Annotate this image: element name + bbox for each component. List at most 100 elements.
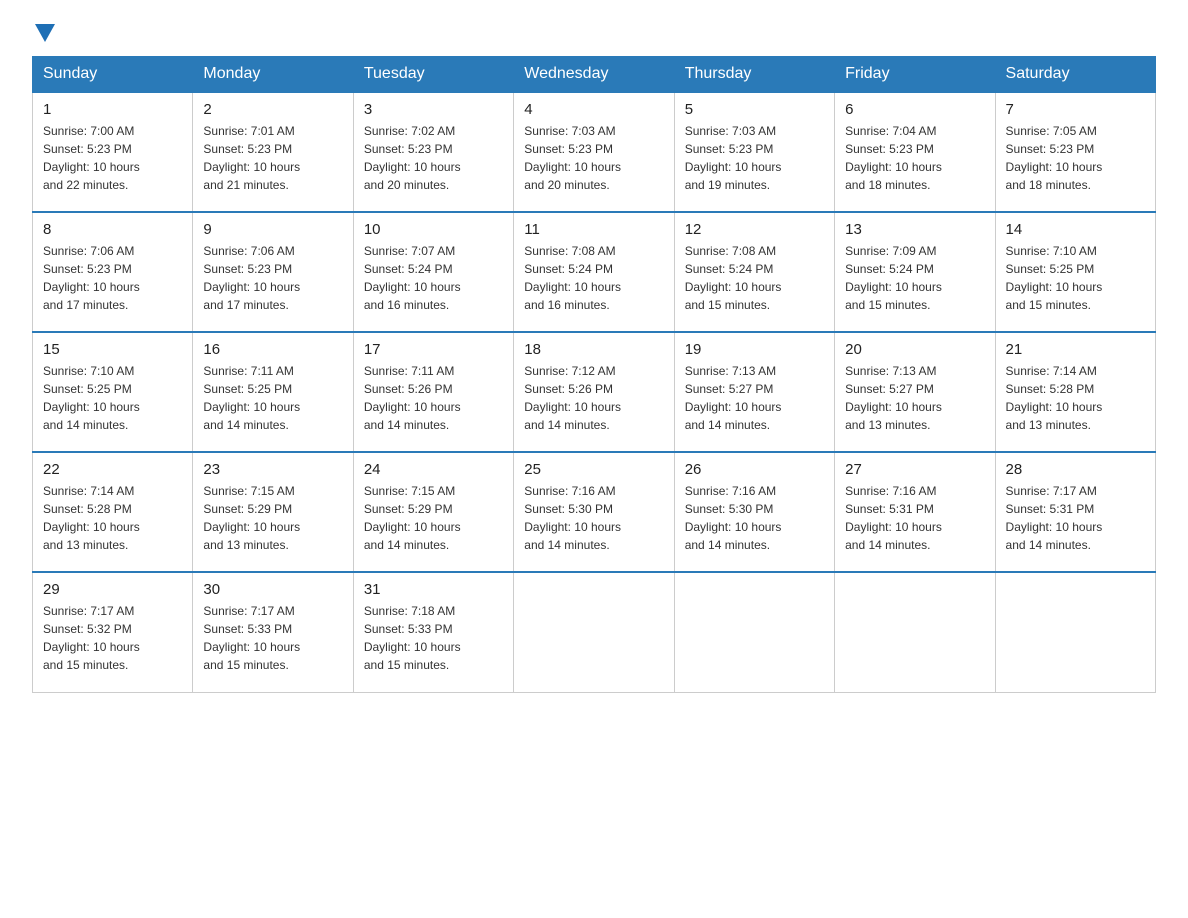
- day-info: Sunrise: 7:17 AMSunset: 5:32 PMDaylight:…: [43, 602, 182, 674]
- calendar-cell: [514, 572, 674, 692]
- calendar-table: SundayMondayTuesdayWednesdayThursdayFrid…: [32, 56, 1156, 693]
- calendar-cell: 20 Sunrise: 7:13 AMSunset: 5:27 PMDayligh…: [835, 332, 995, 452]
- calendar-cell: 10 Sunrise: 7:07 AMSunset: 5:24 PMDayligh…: [353, 212, 513, 332]
- day-info: Sunrise: 7:00 AMSunset: 5:23 PMDaylight:…: [43, 122, 182, 194]
- calendar-cell: 22 Sunrise: 7:14 AMSunset: 5:28 PMDayligh…: [33, 452, 193, 572]
- day-of-week-header: Saturday: [995, 57, 1155, 93]
- calendar-cell: 31 Sunrise: 7:18 AMSunset: 5:33 PMDayligh…: [353, 572, 513, 692]
- day-number: 5: [685, 101, 824, 118]
- day-info: Sunrise: 7:10 AMSunset: 5:25 PMDaylight:…: [1006, 242, 1145, 314]
- day-info: Sunrise: 7:06 AMSunset: 5:23 PMDaylight:…: [43, 242, 182, 314]
- calendar-cell: 1 Sunrise: 7:00 AMSunset: 5:23 PMDaylight…: [33, 92, 193, 212]
- calendar-cell: 3 Sunrise: 7:02 AMSunset: 5:23 PMDaylight…: [353, 92, 513, 212]
- day-number: 3: [364, 101, 503, 118]
- calendar-cell: 8 Sunrise: 7:06 AMSunset: 5:23 PMDaylight…: [33, 212, 193, 332]
- calendar-cell: 25 Sunrise: 7:16 AMSunset: 5:30 PMDayligh…: [514, 452, 674, 572]
- calendar-cell: 4 Sunrise: 7:03 AMSunset: 5:23 PMDaylight…: [514, 92, 674, 212]
- calendar-cell: 11Sunrise: 7:08 AMSunset: 5:24 PMDayligh…: [514, 212, 674, 332]
- calendar-cell: 15 Sunrise: 7:10 AMSunset: 5:25 PMDayligh…: [33, 332, 193, 452]
- day-number: 21: [1006, 341, 1145, 358]
- day-of-week-header: Thursday: [674, 57, 834, 93]
- calendar-cell: 23 Sunrise: 7:15 AMSunset: 5:29 PMDayligh…: [193, 452, 353, 572]
- calendar-cell: 28Sunrise: 7:17 AMSunset: 5:31 PMDayligh…: [995, 452, 1155, 572]
- calendar-week-row: 8 Sunrise: 7:06 AMSunset: 5:23 PMDaylight…: [33, 212, 1156, 332]
- calendar-cell: 16 Sunrise: 7:11 AMSunset: 5:25 PMDayligh…: [193, 332, 353, 452]
- day-number: 23: [203, 461, 342, 478]
- calendar-cell: [995, 572, 1155, 692]
- day-number: 15: [43, 341, 182, 358]
- day-of-week-header: Friday: [835, 57, 995, 93]
- day-info: Sunrise: 7:11 AMSunset: 5:26 PMDaylight:…: [364, 362, 503, 434]
- calendar-cell: 18Sunrise: 7:12 AMSunset: 5:26 PMDayligh…: [514, 332, 674, 452]
- calendar-cell: 24 Sunrise: 7:15 AMSunset: 5:29 PMDayligh…: [353, 452, 513, 572]
- day-number: 27: [845, 461, 984, 478]
- logo-arrow-icon: [35, 24, 55, 42]
- day-number: 29: [43, 581, 182, 598]
- calendar-cell: 9 Sunrise: 7:06 AMSunset: 5:23 PMDaylight…: [193, 212, 353, 332]
- day-of-week-header: Sunday: [33, 57, 193, 93]
- day-number: 10: [364, 221, 503, 238]
- calendar-week-row: 15 Sunrise: 7:10 AMSunset: 5:25 PMDayligh…: [33, 332, 1156, 452]
- day-info: Sunrise: 7:16 AMSunset: 5:30 PMDaylight:…: [524, 482, 663, 554]
- day-info: Sunrise: 7:02 AMSunset: 5:23 PMDaylight:…: [364, 122, 503, 194]
- day-info: Sunrise: 7:13 AMSunset: 5:27 PMDaylight:…: [685, 362, 824, 434]
- calendar-cell: 29 Sunrise: 7:17 AMSunset: 5:32 PMDayligh…: [33, 572, 193, 692]
- day-info: Sunrise: 7:07 AMSunset: 5:24 PMDaylight:…: [364, 242, 503, 314]
- day-number: 1: [43, 101, 182, 118]
- day-number: 13: [845, 221, 984, 238]
- day-number: 11: [524, 221, 663, 238]
- calendar-cell: 13 Sunrise: 7:09 AMSunset: 5:24 PMDayligh…: [835, 212, 995, 332]
- day-number: 30: [203, 581, 342, 598]
- calendar-week-row: 29 Sunrise: 7:17 AMSunset: 5:32 PMDayligh…: [33, 572, 1156, 692]
- calendar-week-row: 22 Sunrise: 7:14 AMSunset: 5:28 PMDayligh…: [33, 452, 1156, 572]
- day-info: Sunrise: 7:06 AMSunset: 5:23 PMDaylight:…: [203, 242, 342, 314]
- day-info: Sunrise: 7:17 AMSunset: 5:31 PMDaylight:…: [1006, 482, 1145, 554]
- calendar-cell: 27 Sunrise: 7:16 AMSunset: 5:31 PMDayligh…: [835, 452, 995, 572]
- day-info: Sunrise: 7:15 AMSunset: 5:29 PMDaylight:…: [203, 482, 342, 554]
- day-of-week-header: Wednesday: [514, 57, 674, 93]
- calendar-cell: [835, 572, 995, 692]
- day-number: 24: [364, 461, 503, 478]
- day-number: 6: [845, 101, 984, 118]
- day-info: Sunrise: 7:12 AMSunset: 5:26 PMDaylight:…: [524, 362, 663, 434]
- day-number: 22: [43, 461, 182, 478]
- day-number: 2: [203, 101, 342, 118]
- calendar-cell: 5Sunrise: 7:03 AMSunset: 5:23 PMDaylight…: [674, 92, 834, 212]
- day-info: Sunrise: 7:18 AMSunset: 5:33 PMDaylight:…: [364, 602, 503, 674]
- day-number: 26: [685, 461, 824, 478]
- day-info: Sunrise: 7:13 AMSunset: 5:27 PMDaylight:…: [845, 362, 984, 434]
- logo: [32, 24, 55, 40]
- day-number: 7: [1006, 101, 1145, 118]
- day-info: Sunrise: 7:08 AMSunset: 5:24 PMDaylight:…: [685, 242, 824, 314]
- page-header: [32, 24, 1156, 40]
- day-info: Sunrise: 7:16 AMSunset: 5:30 PMDaylight:…: [685, 482, 824, 554]
- day-info: Sunrise: 7:15 AMSunset: 5:29 PMDaylight:…: [364, 482, 503, 554]
- day-info: Sunrise: 7:16 AMSunset: 5:31 PMDaylight:…: [845, 482, 984, 554]
- day-number: 17: [364, 341, 503, 358]
- day-info: Sunrise: 7:05 AMSunset: 5:23 PMDaylight:…: [1006, 122, 1145, 194]
- day-number: 31: [364, 581, 503, 598]
- calendar-cell: 2Sunrise: 7:01 AMSunset: 5:23 PMDaylight…: [193, 92, 353, 212]
- day-info: Sunrise: 7:10 AMSunset: 5:25 PMDaylight:…: [43, 362, 182, 434]
- day-number: 4: [524, 101, 663, 118]
- calendar-week-row: 1 Sunrise: 7:00 AMSunset: 5:23 PMDaylight…: [33, 92, 1156, 212]
- calendar-cell: 19Sunrise: 7:13 AMSunset: 5:27 PMDayligh…: [674, 332, 834, 452]
- calendar-header: SundayMondayTuesdayWednesdayThursdayFrid…: [33, 57, 1156, 93]
- day-number: 20: [845, 341, 984, 358]
- calendar-cell: [674, 572, 834, 692]
- day-number: 8: [43, 221, 182, 238]
- day-info: Sunrise: 7:14 AMSunset: 5:28 PMDaylight:…: [43, 482, 182, 554]
- day-info: Sunrise: 7:09 AMSunset: 5:24 PMDaylight:…: [845, 242, 984, 314]
- day-of-week-header: Monday: [193, 57, 353, 93]
- day-number: 16: [203, 341, 342, 358]
- day-number: 9: [203, 221, 342, 238]
- day-info: Sunrise: 7:03 AMSunset: 5:23 PMDaylight:…: [524, 122, 663, 194]
- calendar-cell: 6Sunrise: 7:04 AMSunset: 5:23 PMDaylight…: [835, 92, 995, 212]
- day-info: Sunrise: 7:11 AMSunset: 5:25 PMDaylight:…: [203, 362, 342, 434]
- day-number: 25: [524, 461, 663, 478]
- calendar-body: 1 Sunrise: 7:00 AMSunset: 5:23 PMDaylight…: [33, 92, 1156, 692]
- calendar-cell: 7 Sunrise: 7:05 AMSunset: 5:23 PMDaylight…: [995, 92, 1155, 212]
- calendar-cell: 17 Sunrise: 7:11 AMSunset: 5:26 PMDayligh…: [353, 332, 513, 452]
- days-of-week-row: SundayMondayTuesdayWednesdayThursdayFrid…: [33, 57, 1156, 93]
- day-info: Sunrise: 7:17 AMSunset: 5:33 PMDaylight:…: [203, 602, 342, 674]
